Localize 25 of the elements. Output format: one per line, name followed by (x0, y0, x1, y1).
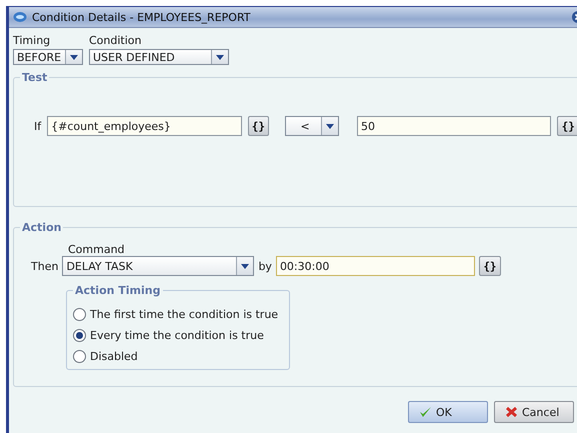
expression-button[interactable]: {} (248, 116, 270, 136)
test-legend: Test (20, 71, 50, 84)
cancel-button[interactable]: Cancel (494, 401, 574, 423)
action-legend: Action (20, 221, 64, 234)
radio-label[interactable]: Every time the condition is true (90, 329, 264, 342)
expression-button[interactable]: {} (478, 256, 501, 276)
left-operand-field[interactable]: {#count_employees} (47, 116, 242, 136)
operator-select[interactable]: < (285, 116, 340, 136)
expression-button[interactable]: {} (557, 116, 577, 136)
action-timing-legend: Action Timing (73, 284, 162, 297)
then-label: Then (31, 260, 58, 272)
radio-label[interactable]: Disabled (90, 350, 138, 363)
radio-label[interactable]: The first time the condition is true (90, 308, 278, 321)
command-select[interactable]: DELAY TASK (62, 256, 254, 276)
command-label: Command (67, 243, 126, 256)
window-title: Condition Details - EMPLOYEES_REPORT (32, 10, 252, 24)
condition-label: Condition (89, 34, 142, 47)
right-operand-field[interactable]: 50 (356, 116, 552, 136)
condition-select[interactable]: USER DEFINED (89, 49, 229, 65)
delay-field[interactable]: 00:30:00 (276, 256, 475, 276)
by-label: by (258, 260, 272, 272)
ok-button[interactable]: OK (408, 401, 488, 423)
timing-select[interactable]: BEFORE (13, 49, 83, 65)
if-label: If (34, 120, 42, 132)
timing-label: Timing (13, 34, 52, 47)
